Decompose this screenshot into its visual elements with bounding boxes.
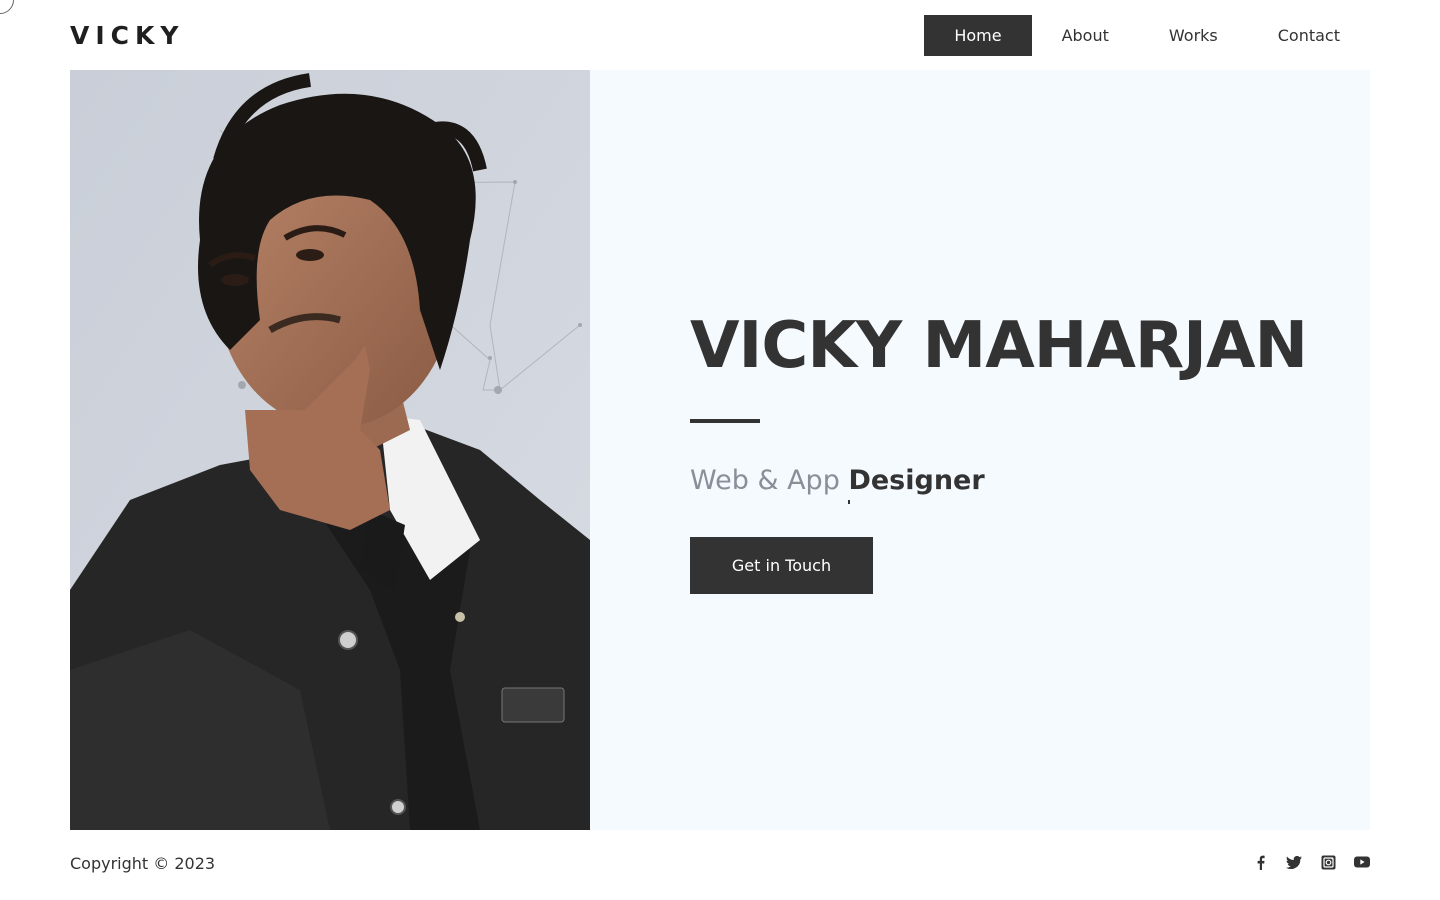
hero-role: Web & App Designer bbox=[690, 465, 1370, 504]
facebook-icon[interactable] bbox=[1252, 854, 1268, 870]
hero-content: VICKY MAHARJAN Web & App Designer Get in… bbox=[690, 305, 1370, 594]
hero-section: VICKY MAHARJAN Web & App Designer Get in… bbox=[70, 70, 1370, 830]
role-word-text: Designer bbox=[848, 465, 985, 496]
social-links bbox=[1252, 854, 1370, 870]
site-header: VICKY Home About Works Contact bbox=[0, 0, 1440, 70]
portrait-photo bbox=[70, 70, 590, 830]
youtube-icon[interactable] bbox=[1354, 854, 1370, 870]
site-footer: Copyright © 2023 bbox=[0, 830, 1440, 900]
nav-contact[interactable]: Contact bbox=[1248, 15, 1370, 56]
typing-caret bbox=[848, 500, 851, 504]
nav-about[interactable]: About bbox=[1032, 15, 1139, 56]
twitter-icon[interactable] bbox=[1286, 854, 1302, 870]
nav-home[interactable]: Home bbox=[924, 15, 1032, 56]
role-prefix: Web & App bbox=[690, 465, 840, 496]
nav-works[interactable]: Works bbox=[1139, 15, 1248, 56]
main-nav: Home About Works Contact bbox=[924, 15, 1370, 56]
instagram-icon[interactable] bbox=[1320, 854, 1336, 870]
role-word: Designer bbox=[848, 465, 985, 504]
hero-divider bbox=[690, 419, 760, 423]
site-logo[interactable]: VICKY bbox=[70, 20, 184, 52]
copyright-text: Copyright © 2023 bbox=[70, 854, 216, 873]
get-in-touch-button[interactable]: Get in Touch bbox=[690, 537, 873, 594]
hero-name: VICKY MAHARJAN bbox=[690, 309, 1308, 383]
